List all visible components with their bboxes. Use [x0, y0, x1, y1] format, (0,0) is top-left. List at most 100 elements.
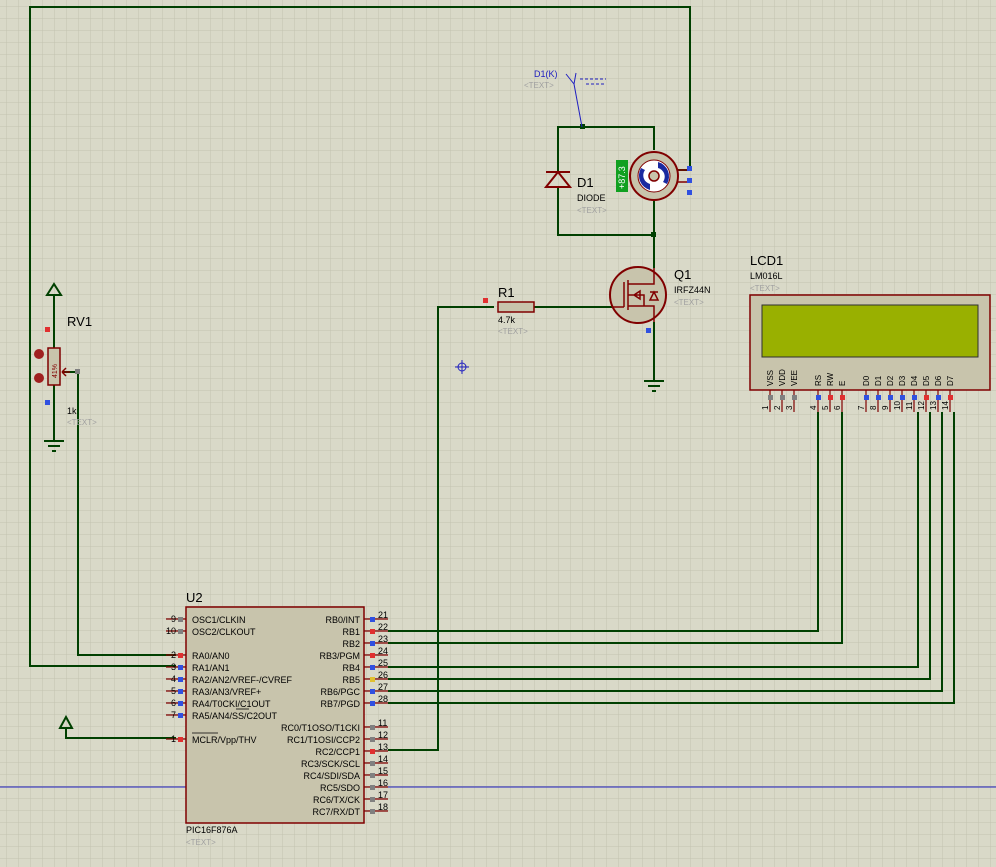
mcu-pin-number: 28 [378, 694, 388, 704]
pin-state-marker [370, 773, 375, 778]
mcu-pin-label: RB4 [342, 663, 360, 673]
mcu-pin-label: RC4/SDI/SDA [303, 771, 360, 781]
pin-state-marker [370, 785, 375, 790]
lcd-pin-number: 10 [893, 401, 902, 410]
probe-label: D1(K) [534, 69, 558, 79]
lcd-screen [761, 304, 979, 358]
mcu-pin-label: RC7/RX/DT [312, 807, 360, 817]
mcu-pin-label: OSC1/CLKIN [192, 615, 246, 625]
mcu-pin-number: 7 [171, 710, 176, 720]
mcu-pin-number: 11 [378, 718, 387, 728]
lcd-pin-name: VEE [790, 370, 799, 386]
mcu-pin[interactable]: 2 RA0/AN0 [166, 650, 230, 661]
motor-pin-marker [687, 166, 692, 171]
lcd-pin-name: VSS [766, 370, 775, 386]
mcu-pin-number: 21 [378, 610, 388, 620]
pin-state-marker [370, 761, 375, 766]
mcu-text-placeholder: <TEXT> [186, 838, 216, 847]
resistor-ref: R1 [498, 285, 515, 300]
mcu-pin-number: 5 [171, 686, 176, 696]
pin-state-marker [178, 677, 183, 682]
mcu-pic16f876a[interactable]: U2 PIC16F876A <TEXT> 9 OSC1/CLKIN 10 OSC2/C… [166, 590, 388, 847]
lcd-pin-name: E [838, 381, 847, 386]
schematic-canvas[interactable]: D1(K) <TEXT> D1 DIODE <TEXT> +87.3 Q1 IR… [0, 0, 996, 867]
lcd-pin-number: 4 [809, 405, 818, 410]
pin-state-marker [370, 665, 375, 670]
mosfet-text-placeholder: <TEXT> [674, 298, 704, 307]
lcd-pin-number: 13 [929, 401, 938, 410]
pin-state-marker [840, 395, 845, 400]
pin-state-marker [370, 749, 375, 754]
junction-dot-top [580, 124, 585, 129]
mcu-pin-label: RA1/AN1 [192, 663, 230, 673]
mcu-pin[interactable]: 3 RA1/AN1 [166, 662, 230, 673]
mosfet-value: IRFZ44N [674, 285, 711, 295]
mcu-pin-label: RB1 [342, 627, 360, 637]
mcu-pin-number: 22 [378, 622, 388, 632]
pin-state-marker [370, 677, 375, 682]
mcu-ref: U2 [186, 590, 203, 605]
mcu-pin-label: RA5/AN4/SS/C2OUT [192, 711, 278, 721]
lcd-pin-number: 9 [881, 405, 890, 410]
pin-state-marker [370, 641, 375, 646]
mosfet-ref: Q1 [674, 267, 691, 282]
pin-state-marker [792, 395, 797, 400]
pin-state-marker [178, 629, 183, 634]
lcd-pin-name: RW [826, 372, 835, 386]
lcd-pin-name: D0 [862, 375, 871, 386]
lcd-pin-number: 2 [773, 405, 782, 410]
mcu-part: PIC16F876A [186, 825, 238, 835]
pin-state-marker [768, 395, 773, 400]
pin-state-marker [828, 395, 833, 400]
pin-state-marker [876, 395, 881, 400]
mcu-pin-number: 26 [378, 670, 388, 680]
mcu-pin-label: RA3/AN3/VREF+ [192, 687, 261, 697]
mcu-pin-label: RB2 [342, 639, 360, 649]
lcd-pin-number: 3 [785, 405, 794, 410]
mcu-pin-label: RC3/SCK/SCL [301, 759, 360, 769]
mcu-pin-number: 24 [378, 646, 388, 656]
pot-text-placeholder: <TEXT> [67, 418, 97, 427]
mcu-pin-number: 12 [378, 730, 388, 740]
lcd-pin-name: D1 [874, 375, 883, 386]
pin-state-marker [948, 395, 953, 400]
mcu-pin-number: 13 [378, 742, 388, 752]
pin-state-marker [178, 617, 183, 622]
mcu-pin-number: 15 [378, 766, 388, 776]
pot-pin-marker [45, 400, 50, 405]
mcu-pin-label: OSC2/CLKOUT [192, 627, 256, 637]
pot-value: 1k [67, 406, 77, 416]
lcd-pin-name: D5 [922, 375, 931, 386]
probe-text-placeholder: <TEXT> [524, 81, 554, 90]
mcu-pin-number: 9 [171, 614, 176, 624]
pin-state-marker [370, 701, 375, 706]
pin-state-marker [178, 689, 183, 694]
motor-shaft [648, 170, 660, 182]
lcd-pin-name: VDD [778, 369, 787, 386]
pot-decrease-button[interactable] [34, 349, 44, 359]
pin-state-marker [370, 653, 375, 658]
pin-state-marker [900, 395, 905, 400]
resistor-value: 4.7k [498, 315, 516, 325]
pot-increase-button[interactable] [34, 373, 44, 383]
pot-position: 41% [52, 364, 59, 378]
mcu-pin-number: 23 [378, 634, 388, 644]
mcu-pin-number: 10 [166, 626, 176, 636]
mcu-pin-label: RA4/T0CKI/C1OUT [192, 699, 271, 709]
lcd-pin-number: 6 [833, 405, 842, 410]
lcd-pin-number: 11 [905, 401, 914, 410]
motor-pin-marker [687, 178, 692, 183]
lcd-value: LM016L [750, 271, 783, 281]
pot-pin-marker [45, 327, 50, 332]
pin-state-marker [370, 617, 375, 622]
mcu-pin-label: RC6/TX/CK [313, 795, 360, 805]
pin-state-marker [178, 653, 183, 658]
mosfet-pin-marker [646, 328, 651, 333]
grid-background [0, 0, 996, 867]
pin-state-marker [370, 689, 375, 694]
mcu-pin-number: 6 [171, 698, 176, 708]
pin-state-marker [936, 395, 941, 400]
mcu-pin-label: RB0/INT [325, 615, 360, 625]
motor-pin-marker [687, 190, 692, 195]
lcd-pin-number: 7 [857, 405, 866, 410]
